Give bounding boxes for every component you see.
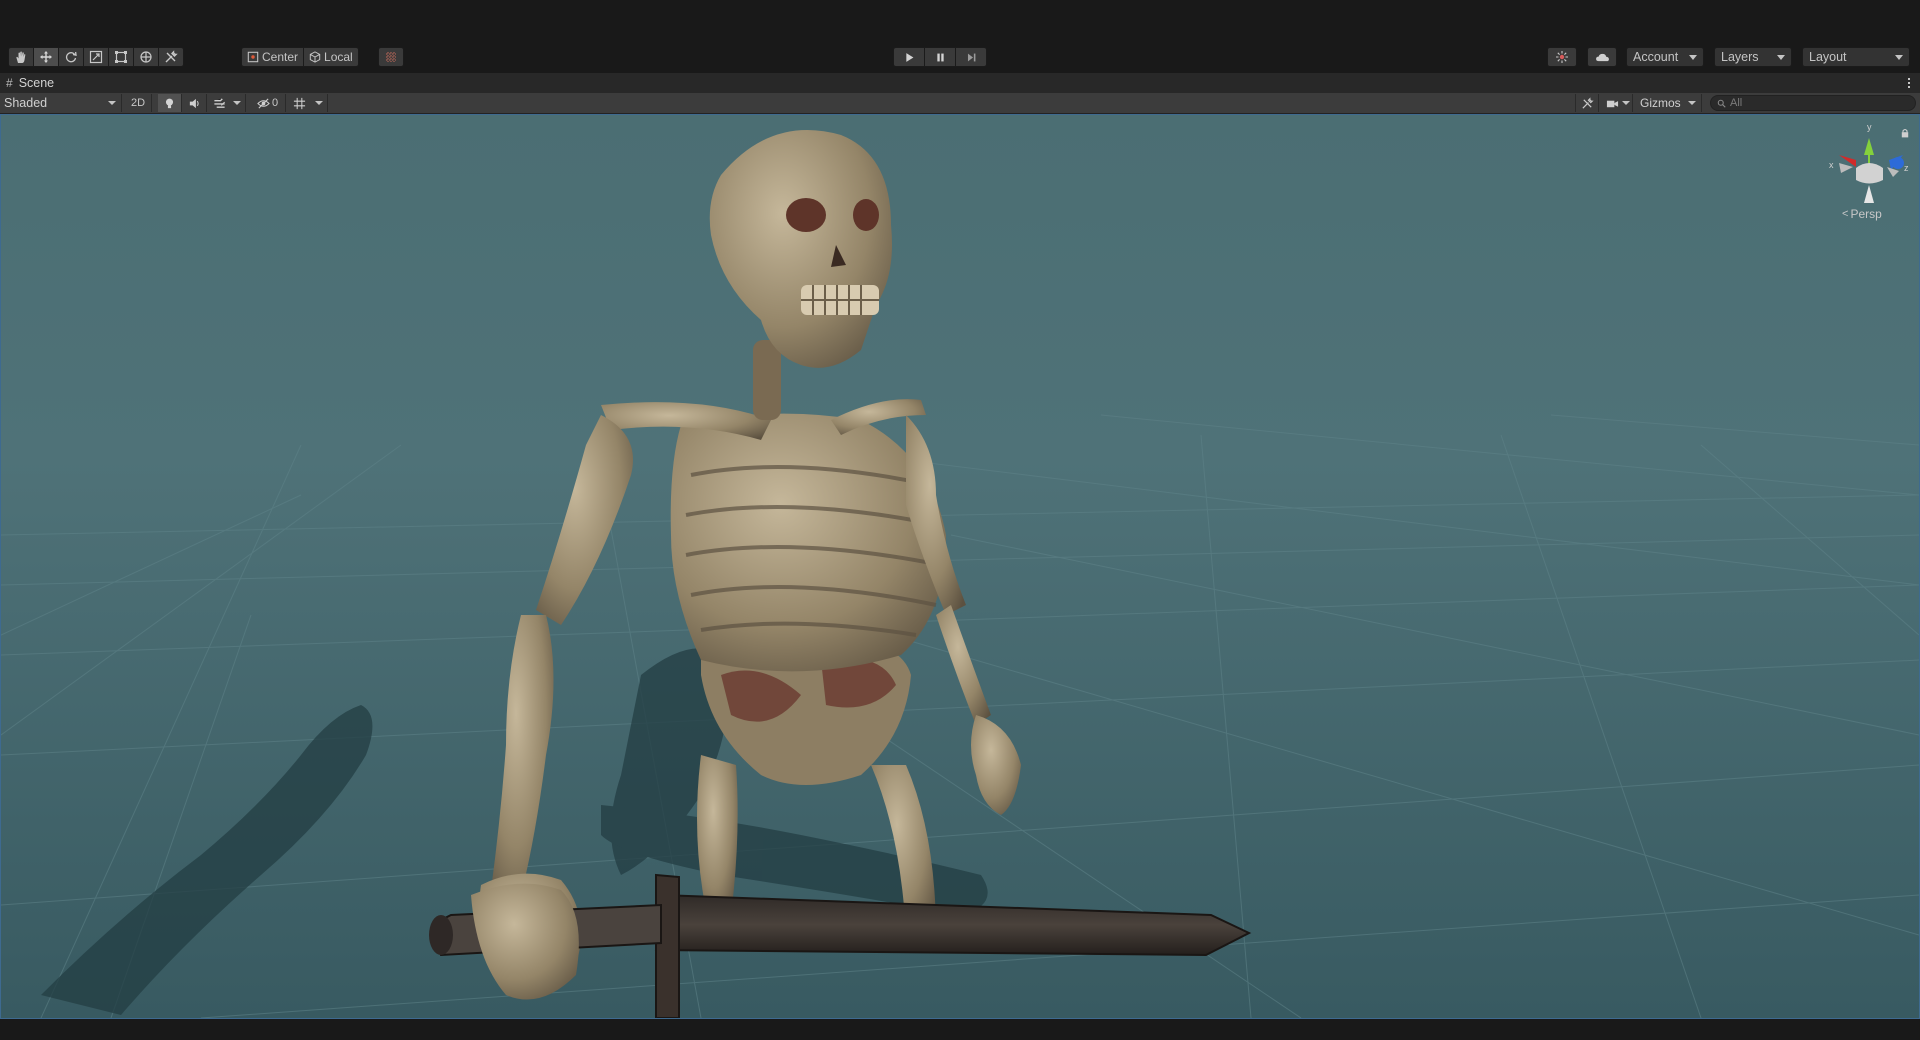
perspective-icon: < [1842, 208, 1849, 220]
rect-icon [115, 51, 127, 63]
layout-label: Layout [1809, 50, 1847, 64]
pause-icon [936, 53, 944, 61]
grid-snap-button[interactable] [378, 47, 404, 67]
move-icon [40, 51, 52, 63]
eye-hidden-icon [257, 97, 270, 109]
pivot-rotation-button[interactable]: Local [303, 47, 359, 67]
scene-hash-icon: # [6, 76, 13, 90]
title-bar [0, 0, 1920, 42]
x-axis-label: x [1829, 160, 1834, 170]
lock-icon[interactable] [1901, 125, 1909, 143]
rotate-tool-button[interactable] [58, 47, 84, 67]
gizmos-label: Gizmos [1640, 96, 1681, 110]
tab-scene[interactable]: # Scene [6, 73, 54, 93]
camera-dropdown[interactable] [1603, 94, 1633, 112]
gizmos-dropdown[interactable]: Gizmos [1636, 94, 1702, 112]
collab-button[interactable] [1547, 47, 1577, 67]
pivot-center-icon [247, 51, 259, 63]
layers-dropdown[interactable]: Layers [1714, 47, 1792, 67]
draw-mode-label: Shaded [4, 96, 48, 110]
rotate-icon [65, 51, 77, 63]
status-bar [0, 1019, 1920, 1040]
collab-icon [1556, 51, 1568, 63]
2d-toggle-button[interactable]: 2D [125, 94, 152, 112]
step-button[interactable] [955, 47, 987, 67]
step-icon [967, 53, 975, 61]
local-cube-icon [309, 51, 321, 63]
account-label: Account [1633, 50, 1679, 64]
hidden-count: 0 [271, 97, 279, 109]
y-axis-label: y [1867, 122, 1872, 132]
chevron-down-icon [1777, 55, 1785, 60]
account-dropdown[interactable]: Account [1626, 47, 1704, 67]
transform-tool-button[interactable] [133, 47, 159, 67]
hand-tool-button[interactable] [8, 47, 34, 67]
scale-icon [89, 50, 103, 64]
chevron-down-icon [314, 101, 323, 105]
z-axis-label: z [1904, 163, 1909, 173]
pivot-mode-button[interactable]: Center [241, 47, 305, 67]
scene-tab-bar: # Scene [0, 73, 1920, 93]
pivot-mode-label: Center [262, 50, 299, 64]
scene-viewport[interactable]: y x z < Persp [0, 114, 1920, 1019]
scene-render[interactable]: y x z [1, 115, 1919, 1018]
effects-dropdown[interactable] [208, 94, 246, 112]
cloud-group [1587, 47, 1617, 67]
grid-dropdown[interactable] [288, 94, 328, 112]
effects-icon [213, 97, 225, 108]
main-toolbar: Center Local Account Layers Layout [0, 42, 1920, 73]
grid-snap-icon [386, 52, 396, 62]
search-icon [1717, 99, 1726, 108]
projection-label: Persp [1850, 207, 1882, 221]
kebab-menu-icon[interactable] [1906, 75, 1912, 91]
draw-mode-dropdown[interactable]: Shaded [0, 94, 122, 112]
search-placeholder: All [1730, 97, 1743, 109]
play-controls [893, 47, 987, 67]
move-tool-button[interactable] [33, 47, 59, 67]
scene-search-input[interactable]: All [1710, 95, 1916, 111]
tab-scene-label: Scene [18, 76, 55, 90]
pivot-controls: Center Local [241, 47, 359, 67]
projection-toggle[interactable]: < Persp [1842, 207, 1882, 221]
tools-icon [165, 50, 178, 63]
custom-tool-button[interactable] [158, 47, 184, 67]
chevron-down-icon [1688, 101, 1696, 105]
scale-tool-button[interactable] [83, 47, 109, 67]
play-icon [905, 52, 913, 62]
cloud-button[interactable] [1587, 47, 1617, 67]
scene-tools-button[interactable] [1575, 94, 1599, 112]
cloud-icon [1595, 53, 1609, 61]
transform-tools [8, 47, 184, 67]
rect-tool-button[interactable] [108, 47, 134, 67]
pause-button[interactable] [924, 47, 956, 67]
hidden-objects-toggle[interactable]: 0 [250, 94, 286, 112]
tools-icon [1581, 96, 1594, 109]
speaker-icon [189, 98, 199, 108]
lighting-toggle-button[interactable] [158, 94, 182, 112]
layers-label: Layers [1721, 50, 1759, 64]
transform-icon [140, 51, 152, 63]
camera-icon [1606, 100, 1618, 107]
pivot-rotation-label: Local [324, 50, 353, 64]
chevron-down-icon [1689, 55, 1697, 60]
scene-view-toolbar: Shaded 2D 0 Gizmos All [0, 93, 1920, 114]
audio-toggle-button[interactable] [183, 94, 207, 112]
chevron-down-icon [108, 101, 116, 105]
chevron-down-icon [232, 101, 241, 105]
collab-group [1547, 47, 1577, 67]
2d-label: 2D [130, 97, 146, 109]
bulb-icon [165, 98, 174, 108]
unity-editor: Center Local Account Layers Layout # Sce… [0, 0, 1920, 1040]
gizmo-cube[interactable] [1856, 163, 1883, 184]
chevron-down-icon [1895, 55, 1903, 60]
snap-group [378, 47, 404, 67]
hand-icon [16, 51, 26, 63]
layout-dropdown[interactable]: Layout [1802, 47, 1910, 67]
grid-icon [293, 97, 305, 109]
play-button[interactable] [893, 47, 925, 67]
chevron-down-icon [1621, 101, 1630, 105]
